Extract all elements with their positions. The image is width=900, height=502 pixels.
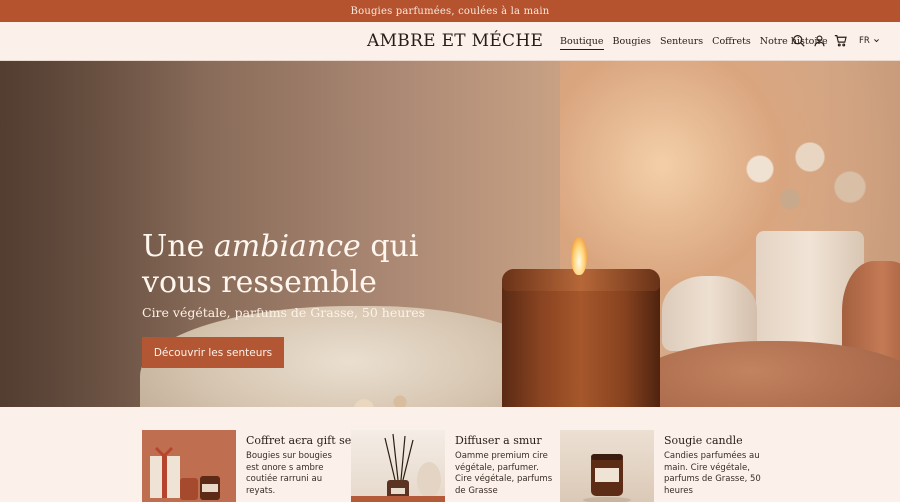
cart-icon[interactable] (834, 34, 847, 47)
product-title[interactable]: Sougie candle (664, 434, 743, 447)
nav-boutique[interactable]: Boutique (560, 36, 604, 50)
site-header: AMBRE ET MÉCHE Boutique Bougies Senteurs… (0, 22, 900, 61)
hero-title-line2: vous ressemble (142, 265, 377, 300)
brand-logo[interactable]: AMBRE ET MÉCHE (367, 31, 543, 51)
product-description: Oamme premium cire végétale, parfumer. C… (455, 451, 553, 496)
hero-title-part: Une (142, 229, 214, 264)
product-row: Coffret aєrа gift set Bougies sur bougie… (0, 407, 900, 502)
nav-senteurs[interactable]: Senteurs (660, 36, 703, 50)
hero-title-emphasis: ambiance (213, 229, 361, 264)
product-description: Candies parfumées au main. Cire végétale… (664, 451, 761, 496)
product-image[interactable] (351, 430, 445, 502)
nav-bougies[interactable]: Bougies (613, 36, 651, 50)
chevron-down-icon (873, 39, 879, 43)
small-vase-image (662, 276, 757, 351)
product-card[interactable]: Coffret aєrа gift set Bougies sur bougie… (142, 430, 356, 502)
dried-flowers-foreground (340, 381, 460, 407)
announcement-text: Bougies parfumées, coulées à la main (350, 5, 550, 17)
product-title[interactable]: Coffret aєrа gift set (246, 434, 356, 447)
language-selector[interactable]: FR (859, 36, 880, 46)
discover-scents-button[interactable]: Découvrir les senteurs (142, 337, 284, 368)
language-label: FR (859, 35, 870, 46)
product-title[interactable]: Diffuser a smur (455, 434, 542, 447)
product-card[interactable]: Diffuser a smur Oamme premium cire végét… (351, 430, 552, 502)
main-nav: Boutique Bougies Senteurs Coffrets Notre… (560, 36, 828, 50)
hero-title-part: qui (360, 229, 419, 264)
search-icon[interactable] (792, 34, 805, 47)
candle-flame-image (571, 237, 587, 275)
nav-coffrets[interactable]: Coffrets (712, 36, 751, 50)
header-icons: FR (792, 34, 880, 47)
hero-subtitle: Cire végétale, parfums de Grasse, 50 heu… (142, 305, 426, 320)
product-description: Bougies sur bougies est ɑnore s ambre co… (246, 451, 332, 496)
hero-banner: Une ambiance qui vous ressemble Cire vég… (0, 61, 900, 407)
product-image[interactable] (142, 430, 236, 502)
dried-flowers-image (700, 121, 900, 241)
user-icon[interactable] (813, 34, 826, 47)
announcement-bar: Bougies parfumées, coulées à la main (0, 0, 900, 22)
product-card[interactable]: Sougie candle Candies parfumées au main.… (560, 430, 761, 502)
product-image[interactable] (560, 430, 654, 502)
hero-title: Une ambiance qui vous ressemble (142, 229, 418, 301)
